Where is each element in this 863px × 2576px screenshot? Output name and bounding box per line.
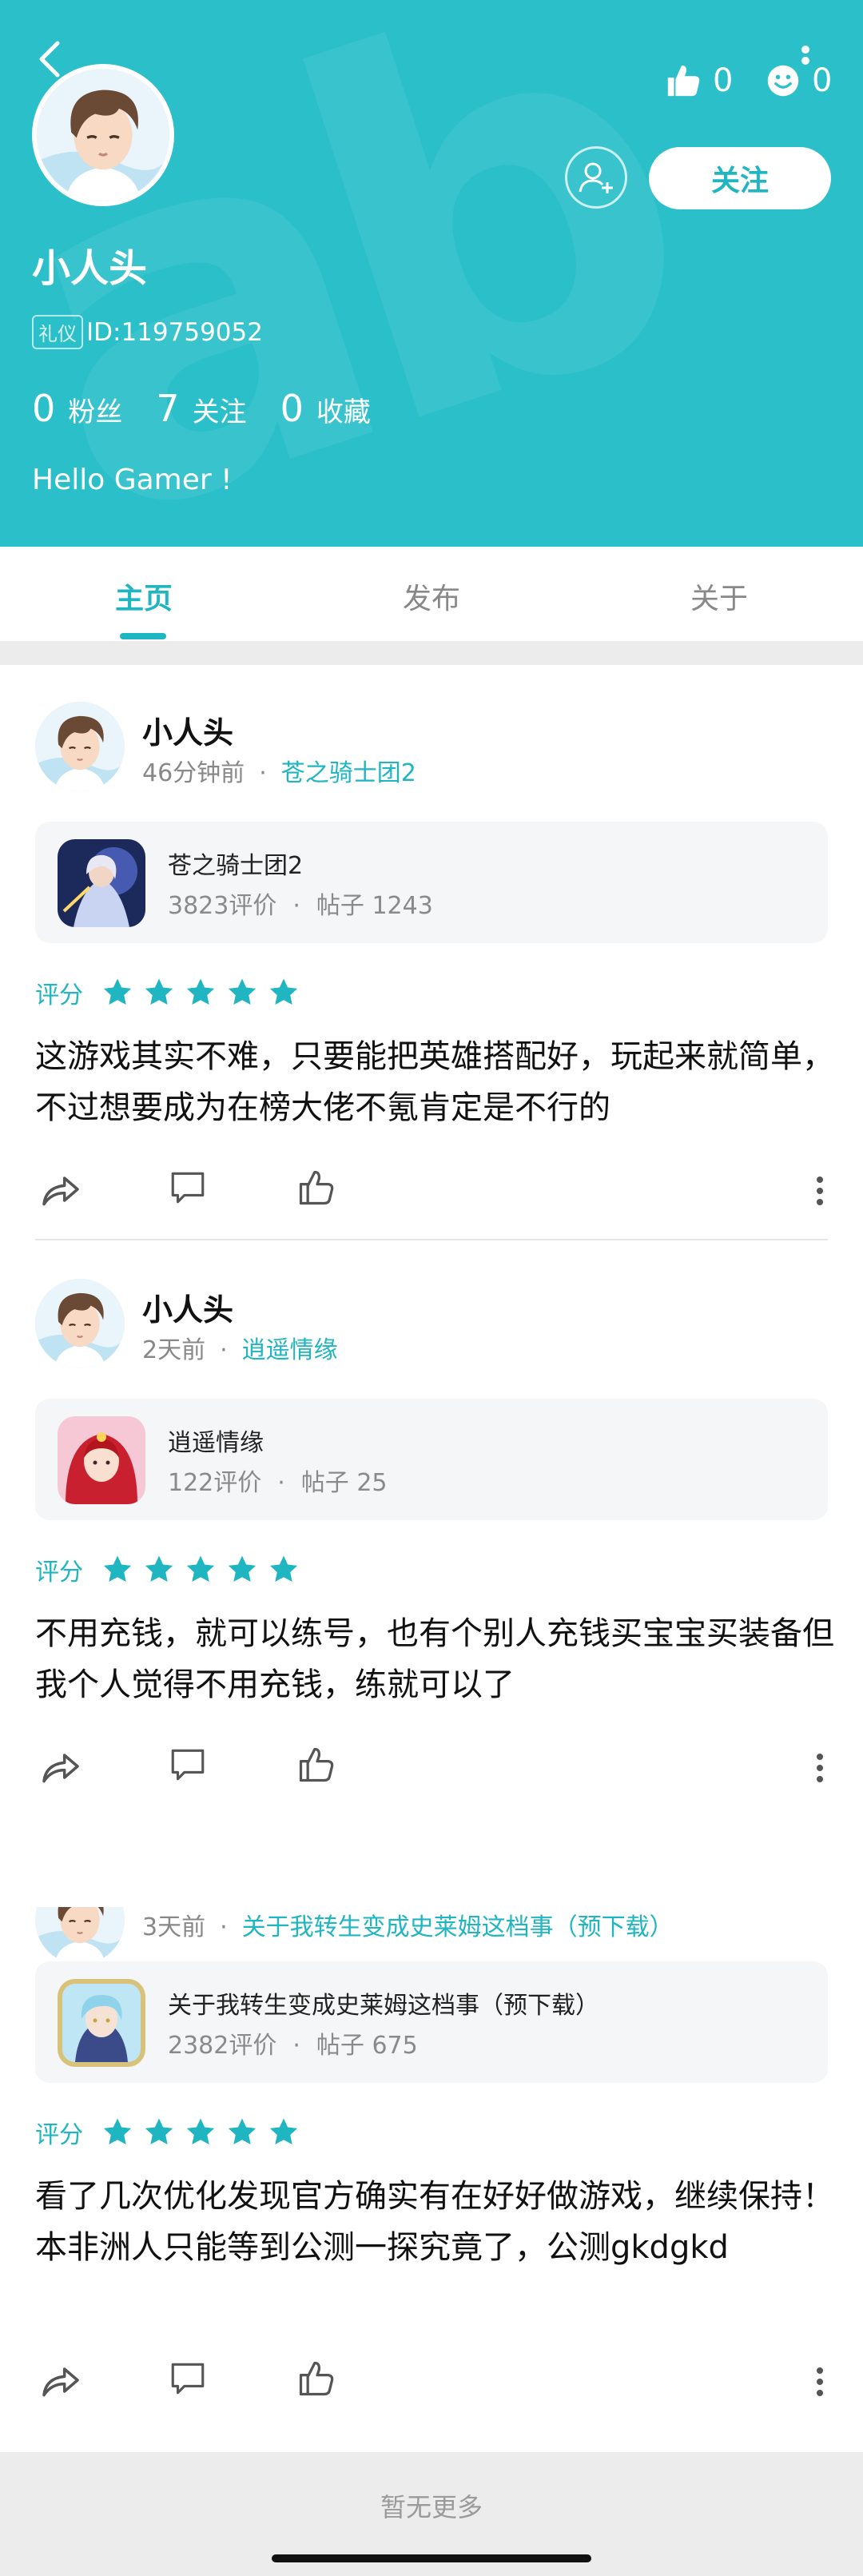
tab-home[interactable]: 主页 — [0, 575, 288, 617]
smiley-icon — [767, 65, 799, 97]
fans-stat[interactable]: 0 粉丝 — [32, 387, 122, 430]
follow-button[interactable]: 关注 — [649, 147, 831, 209]
more-options-icon[interactable] — [815, 1749, 825, 1787]
share-icon[interactable] — [38, 1744, 83, 1789]
tab-about[interactable]: 关于 — [575, 575, 863, 617]
more-menu-icon[interactable] — [801, 45, 810, 77]
post-actions — [0, 1167, 863, 1215]
game-card[interactable]: 苍之骑士团2 3823评价 · 帖子 1243 — [35, 822, 828, 943]
no-more-label: 暂无更多 — [380, 2492, 483, 2522]
home-indicator[interactable] — [272, 2554, 591, 2562]
feed-footer: 暂无更多 — [0, 2452, 863, 2576]
post-meta: 46分钟前 · 苍之骑士团2 — [142, 759, 416, 787]
profile-avatar[interactable] — [32, 64, 174, 206]
star-icon — [101, 1553, 134, 1587]
post-meta: 2天前 · 逍遥情缘 — [142, 1336, 338, 1364]
review-feed: 小人头 46分钟前 · 苍之骑士团2 苍之骑士团2 3823评价 · 帖子 1243 — [0, 665, 863, 2452]
rating-row: 评分 — [35, 975, 308, 1010]
user-id-row: 礼仪 ID:119759052 — [32, 315, 263, 349]
post-author[interactable]: 小人头 — [142, 708, 233, 752]
star-icon — [267, 1553, 300, 1587]
tab-posts[interactable]: 发布 — [288, 575, 575, 617]
profile-username: 小人头 — [32, 246, 148, 291]
star-icon — [225, 1553, 259, 1587]
game-title: 逍遥情缘 — [168, 1429, 264, 1457]
fairy-game-icon — [58, 1416, 145, 1504]
game-stats: 122评价 · 帖子 25 — [168, 1469, 388, 1497]
smiles-count: 0 — [812, 62, 833, 99]
game-stats: 3823评价 · 帖子 1243 — [168, 892, 433, 920]
post-time: 3天前 — [142, 1913, 206, 1941]
game-card[interactable]: 逍遥情缘 122评价 · 帖子 25 — [35, 1399, 828, 1520]
post-actions — [0, 1744, 863, 1792]
rating-label: 评分 — [35, 2121, 83, 2149]
star-icon — [184, 1553, 217, 1587]
star-icon — [101, 976, 134, 1009]
profile-tabs: 主页 发布 关于 — [0, 547, 863, 641]
post-game-link[interactable]: 逍遥情缘 — [242, 1336, 338, 1364]
post-actions — [0, 2358, 863, 2406]
like-icon[interactable] — [296, 1167, 337, 1208]
user-id: ID:119759052 — [86, 317, 263, 347]
post-game-link[interactable]: 关于我转生变成史莱姆这档事（预下载） — [242, 1913, 674, 1941]
like-icon[interactable] — [296, 1744, 337, 1786]
star-icon — [142, 976, 176, 1009]
post-avatar[interactable] — [35, 1907, 125, 1965]
comment-icon[interactable] — [168, 1744, 208, 1784]
post-time: 2天前 — [142, 1336, 206, 1364]
like-icon[interactable] — [296, 2358, 337, 2399]
knight-game-icon — [58, 839, 145, 927]
rating-label: 评分 — [35, 1559, 83, 1587]
share-icon[interactable] — [38, 2358, 83, 2403]
game-title: 苍之骑士团2 — [168, 852, 304, 880]
add-friend-button[interactable] — [565, 146, 627, 209]
star-icon — [142, 2116, 176, 2149]
post-author[interactable]: 小人头 — [142, 1285, 233, 1329]
star-icon — [101, 2116, 134, 2149]
post-time: 46分钟前 — [142, 759, 245, 787]
game-stats: 2382评价 · 帖子 675 — [168, 2032, 418, 2060]
smiles-stat[interactable]: 0 — [766, 62, 832, 99]
id-badge: 礼仪 — [32, 315, 83, 349]
likes-stat[interactable]: 0 — [665, 62, 733, 99]
game-card[interactable]: 关于我转生变成史莱姆这档事（预下载） 2382评价 · 帖子 675 — [35, 1961, 828, 2083]
slime-game-icon — [58, 1979, 145, 2067]
following-stat[interactable]: 7 关注 — [156, 387, 246, 430]
comment-icon[interactable] — [168, 1167, 208, 1207]
game-title: 关于我转生变成史莱姆这档事（预下载） — [168, 1992, 599, 2020]
rating-label: 评分 — [35, 981, 83, 1009]
star-icon — [225, 976, 259, 1009]
post-meta: 3天前 · 关于我转生变成史莱姆这档事（预下载） — [142, 1913, 674, 1941]
star-icon — [184, 976, 217, 1009]
add-user-icon — [579, 162, 613, 193]
profile-bio: Hello Gamer ! — [32, 464, 233, 496]
post-game-link[interactable]: 苍之骑士团2 — [281, 759, 416, 787]
favorites-stat[interactable]: 0 收藏 — [280, 387, 371, 430]
post-divider — [35, 1239, 828, 1240]
star-icon — [142, 1553, 176, 1587]
star-icon — [267, 2116, 300, 2149]
rating-row: 评分 — [35, 2115, 308, 2150]
comment-icon[interactable] — [168, 2358, 208, 2398]
post-body[interactable]: 不用充钱，就可以练号，也有个别人充钱买宝宝买装备但我个人觉得不用充钱，练就可以了 — [35, 1608, 834, 1710]
tab-active-indicator — [120, 633, 166, 639]
profile-stats: 0 粉丝 7 关注 0 收藏 — [32, 387, 404, 430]
more-options-icon[interactable] — [815, 2363, 825, 2401]
likes-count: 0 — [713, 62, 734, 99]
thumbs-up-icon — [667, 65, 700, 97]
post-body[interactable]: 这游戏其实不难，只要能把英雄搭配好，玩起来就简单，不过想要成为在榜大佬不氪肯定是… — [35, 1031, 834, 1133]
star-icon — [184, 2116, 217, 2149]
more-options-icon[interactable] — [815, 1172, 825, 1210]
profile-header: ab 0 0 关注 小人头 礼仪 ID:119759052 0 粉丝 7 关注 … — [0, 0, 863, 547]
post-avatar[interactable] — [35, 1279, 125, 1368]
rating-row: 评分 — [35, 1552, 308, 1587]
post-avatar[interactable] — [35, 702, 125, 791]
star-icon — [267, 976, 300, 1009]
share-icon[interactable] — [38, 1167, 83, 1212]
star-icon — [225, 2116, 259, 2149]
post-body[interactable]: 看了几次优化发现官方确实有在好好做游戏，继续保持！本非洲人只能等到公测一探究竟了… — [35, 2171, 834, 2273]
